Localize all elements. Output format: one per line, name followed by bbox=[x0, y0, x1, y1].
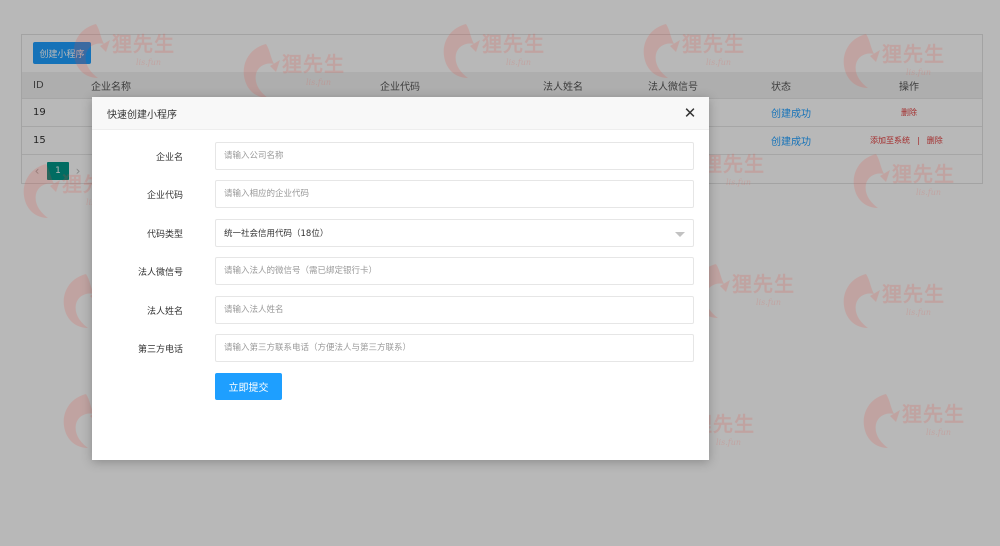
code-type-select[interactable]: 统一社会信用代码（18位） bbox=[215, 219, 694, 247]
code-type-value: 统一社会信用代码（18位） bbox=[224, 229, 329, 239]
field-third-party-phone: 第三方电话 bbox=[92, 334, 709, 362]
submit-button[interactable]: 立即提交 bbox=[215, 373, 282, 400]
legal-wechat-label: 法人微信号 bbox=[137, 267, 183, 278]
chevron-down-icon bbox=[675, 232, 685, 237]
field-company-code: 企业代码 bbox=[92, 180, 709, 208]
close-icon[interactable]: ✕ bbox=[682, 105, 698, 121]
dialog-header: 快速创建小程序 ✕ bbox=[92, 97, 709, 130]
company-code-label: 企业代码 bbox=[146, 190, 183, 201]
dialog-title: 快速创建小程序 bbox=[107, 110, 177, 121]
company-name-input[interactable] bbox=[215, 142, 694, 170]
company-code-input[interactable] bbox=[215, 180, 694, 208]
field-legal-name: 法人姓名 bbox=[92, 296, 709, 324]
legal-name-label: 法人姓名 bbox=[146, 306, 183, 317]
create-miniprogram-dialog: 快速创建小程序 ✕ 企业名 企业代码 代码类型 统一社会信用代码（18位） 法人… bbox=[92, 97, 709, 460]
field-company-name: 企业名 bbox=[92, 142, 709, 170]
code-type-label: 代码类型 bbox=[146, 229, 183, 240]
legal-wechat-input[interactable] bbox=[215, 257, 694, 285]
field-code-type: 代码类型 统一社会信用代码（18位） bbox=[92, 219, 709, 247]
third-party-phone-label: 第三方电话 bbox=[137, 344, 183, 355]
legal-name-input[interactable] bbox=[215, 296, 694, 324]
company-name-label: 企业名 bbox=[155, 152, 183, 163]
field-legal-wechat: 法人微信号 bbox=[92, 257, 709, 285]
third-party-phone-input[interactable] bbox=[215, 334, 694, 362]
